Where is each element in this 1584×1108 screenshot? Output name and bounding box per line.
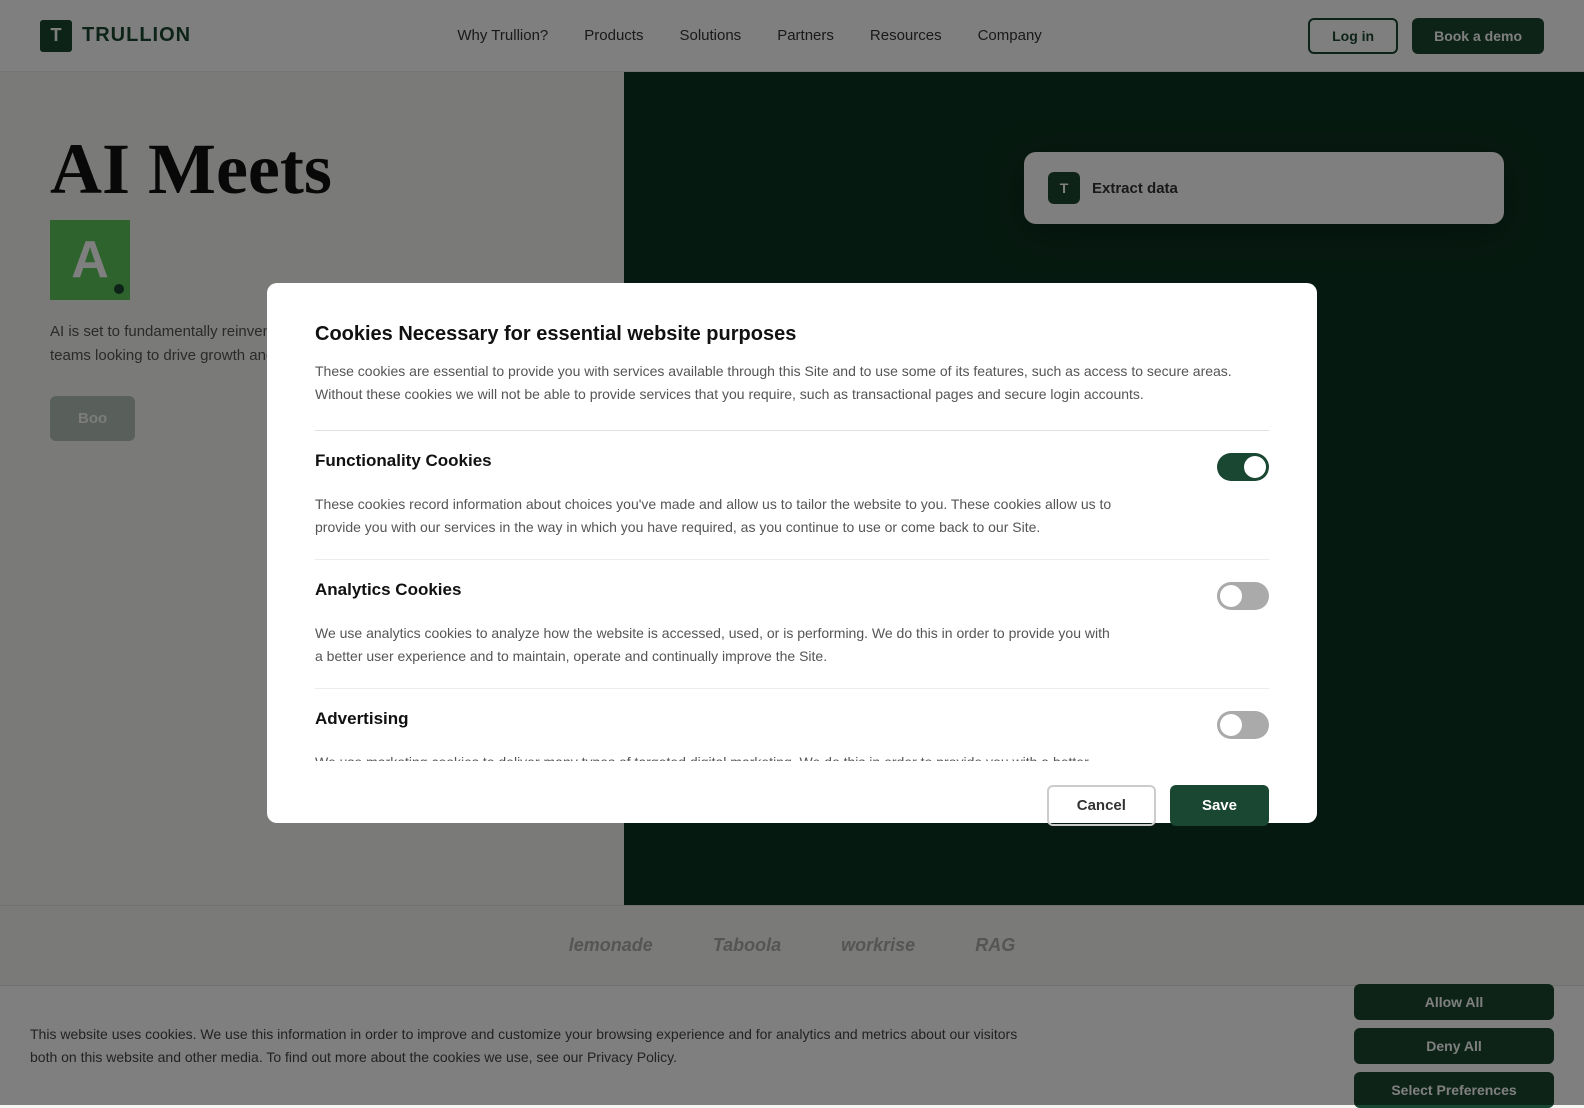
- cookie-divider: [315, 430, 1269, 431]
- functionality-cookies-section: Functionality Cookies These cookies reco…: [315, 451, 1269, 560]
- analytics-title: Analytics Cookies: [315, 580, 461, 600]
- essential-cookies-title: Cookies Necessary for essential website …: [315, 323, 1269, 346]
- cookie-preferences-modal: Cookies Necessary for essential website …: [267, 283, 1317, 823]
- modal-save-button[interactable]: Save: [1170, 785, 1269, 826]
- analytics-desc: We use analytics cookies to analyze how …: [315, 622, 1115, 668]
- advertising-header: Advertising: [315, 709, 1269, 739]
- analytics-toggle-track[interactable]: [1217, 582, 1269, 610]
- analytics-cookies-section: Analytics Cookies We use analytics cooki…: [315, 580, 1269, 689]
- advertising-title: Advertising: [315, 709, 409, 729]
- modal-overlay: Cookies Necessary for essential website …: [0, 0, 1584, 1105]
- functionality-toggle-knob: [1244, 456, 1266, 478]
- analytics-toggle-knob: [1220, 585, 1242, 607]
- modal-cancel-button[interactable]: Cancel: [1047, 785, 1156, 826]
- modal-footer: Cancel Save: [315, 785, 1269, 826]
- functionality-title: Functionality Cookies: [315, 451, 492, 471]
- functionality-header: Functionality Cookies: [315, 451, 1269, 481]
- functionality-desc: These cookies record information about c…: [315, 493, 1115, 539]
- analytics-header: Analytics Cookies: [315, 580, 1269, 610]
- advertising-toggle-knob: [1220, 714, 1242, 736]
- advertising-desc: We use marketing cookies to deliver many…: [315, 751, 1115, 761]
- advertising-cookies-section: Advertising We use marketing cookies to …: [315, 709, 1269, 761]
- essential-cookies-desc: These cookies are essential to provide y…: [315, 360, 1269, 406]
- cookies-scroll-area[interactable]: Functionality Cookies These cookies reco…: [315, 451, 1279, 761]
- advertising-toggle-track[interactable]: [1217, 711, 1269, 739]
- advertising-toggle[interactable]: [1217, 711, 1269, 739]
- functionality-toggle[interactable]: [1217, 453, 1269, 481]
- analytics-toggle[interactable]: [1217, 582, 1269, 610]
- functionality-toggle-track[interactable]: [1217, 453, 1269, 481]
